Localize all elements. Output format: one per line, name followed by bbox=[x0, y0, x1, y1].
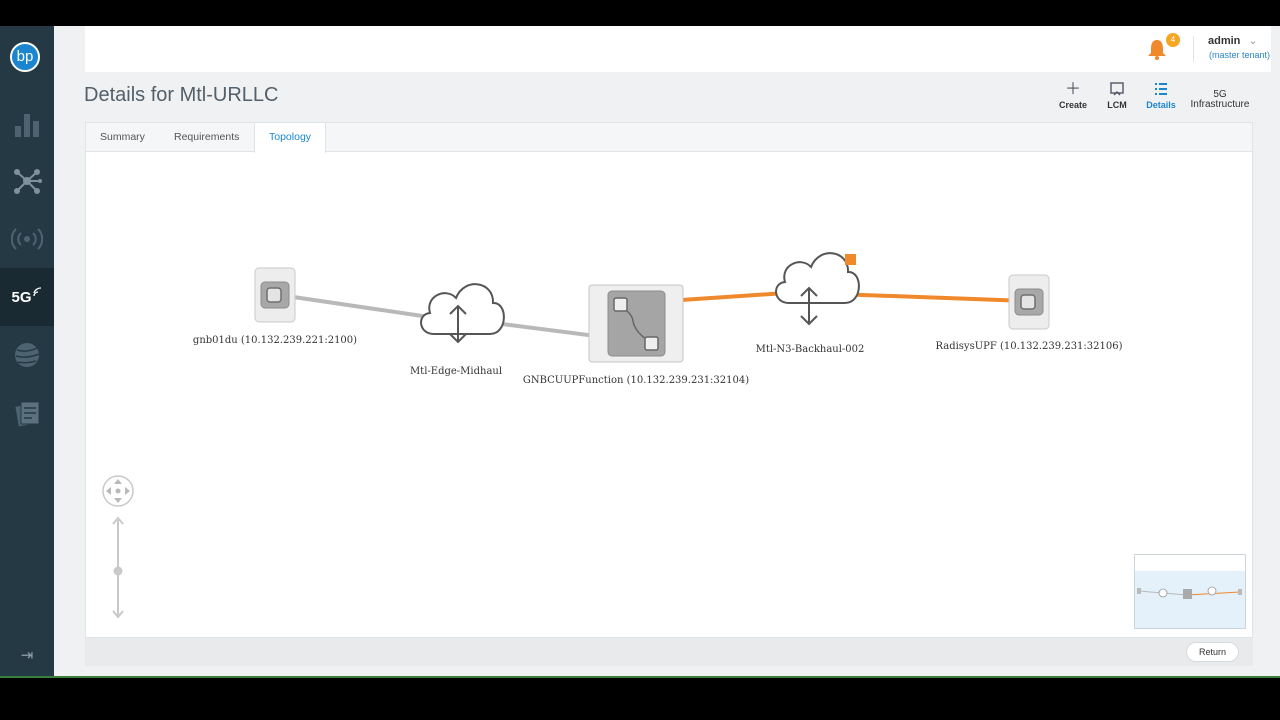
top-bar: 4 admin ⌄ (master tenant) bbox=[85, 26, 1271, 72]
node-label-gnb01du: gnb01du (10.132.239.221:2100) bbox=[193, 335, 357, 346]
page-title: Details for Mtl-URLLC bbox=[84, 84, 279, 106]
details-panel: Summary Requirements Topology gnb01du (1… bbox=[85, 122, 1253, 638]
alarm-indicator[interactable] bbox=[845, 254, 856, 265]
sidebar: bp 5G ⇥ bbox=[0, 26, 54, 676]
user-name: admin bbox=[1208, 35, 1241, 47]
notification-count-badge: 4 bbox=[1166, 33, 1180, 47]
globe-icon bbox=[15, 343, 40, 367]
sidebar-item-5g[interactable]: 5G bbox=[0, 268, 54, 326]
bottom-bar: Return bbox=[85, 638, 1253, 666]
collapse-right-icon[interactable]: ⇥ bbox=[0, 646, 54, 664]
node-label-gnbcuupfunction: GNBCUUPFunction (10.132.239.231:32104) bbox=[523, 375, 749, 386]
node-gnbcuupfunction[interactable] bbox=[588, 284, 684, 363]
tab-bar: Summary Requirements Topology bbox=[86, 123, 1252, 153]
user-menu[interactable]: admin ⌄ bbox=[1208, 34, 1258, 47]
details-label: Details bbox=[1146, 100, 1176, 110]
header-divider bbox=[1193, 36, 1194, 62]
bp-logo[interactable]: bp bbox=[10, 42, 40, 72]
5g-infrastructure-label-line2: Infrastructure bbox=[1190, 99, 1250, 110]
sidebar-item-wireless[interactable] bbox=[0, 210, 54, 268]
app-window: bp 5G ⇥ 4 admin ⌄ (master tenant) Detail… bbox=[0, 26, 1280, 676]
5g-infrastructure-button[interactable]: 5G Infrastructure bbox=[1190, 90, 1250, 110]
window-bottom-border bbox=[0, 676, 1280, 678]
node-radisysupf[interactable] bbox=[1008, 274, 1050, 330]
topology-minimap[interactable] bbox=[1134, 554, 1246, 629]
link-backhaul-radisys[interactable] bbox=[835, 292, 1030, 303]
sidebar-item-globe[interactable] bbox=[0, 326, 54, 384]
bar-chart-icon bbox=[15, 114, 39, 137]
broadcast-icon bbox=[11, 228, 43, 250]
tab-topology[interactable]: Topology bbox=[254, 123, 327, 153]
return-button[interactable]: Return bbox=[1185, 642, 1239, 662]
node-gnb01du[interactable] bbox=[254, 267, 296, 323]
tab-summary[interactable]: Summary bbox=[86, 123, 159, 152]
signal-icon bbox=[32, 287, 41, 297]
details-button[interactable]: Details bbox=[1131, 82, 1191, 110]
notification-bell-icon[interactable] bbox=[1147, 38, 1167, 60]
minimap-graph bbox=[1137, 586, 1242, 599]
link-gnb01du-midhaul[interactable] bbox=[272, 292, 437, 320]
network-icon bbox=[14, 169, 42, 194]
5g-icon: 5G bbox=[11, 288, 32, 306]
pan-control-icon[interactable] bbox=[102, 475, 134, 507]
node-label-radisysupf: RadisysUPF (10.132.239.231:32106) bbox=[935, 341, 1122, 352]
zoom-slider-handle[interactable] bbox=[113, 566, 123, 576]
node-mtl-edge-midhaul[interactable] bbox=[420, 283, 505, 344]
node-label-mtl-n3-backhaul-002: Mtl-N3-Backhaul-002 bbox=[756, 344, 865, 355]
tenant-label: (master tenant) bbox=[1209, 50, 1271, 60]
catalog-icon bbox=[15, 401, 40, 427]
node-label-mtl-edge-midhaul: Mtl-Edge-Midhaul bbox=[410, 366, 502, 377]
chevron-down-icon: ⌄ bbox=[1248, 35, 1258, 47]
tab-requirements[interactable]: Requirements bbox=[160, 123, 253, 152]
list-icon bbox=[1131, 82, 1191, 98]
sidebar-item-catalog[interactable] bbox=[0, 384, 54, 442]
topology-canvas[interactable]: gnb01du (10.132.239.221:2100) Mtl-Edge-M… bbox=[86, 153, 1252, 637]
sidebar-item-analytics[interactable] bbox=[0, 94, 54, 152]
zoom-slider[interactable] bbox=[112, 516, 124, 619]
sidebar-item-topology[interactable] bbox=[0, 152, 54, 210]
